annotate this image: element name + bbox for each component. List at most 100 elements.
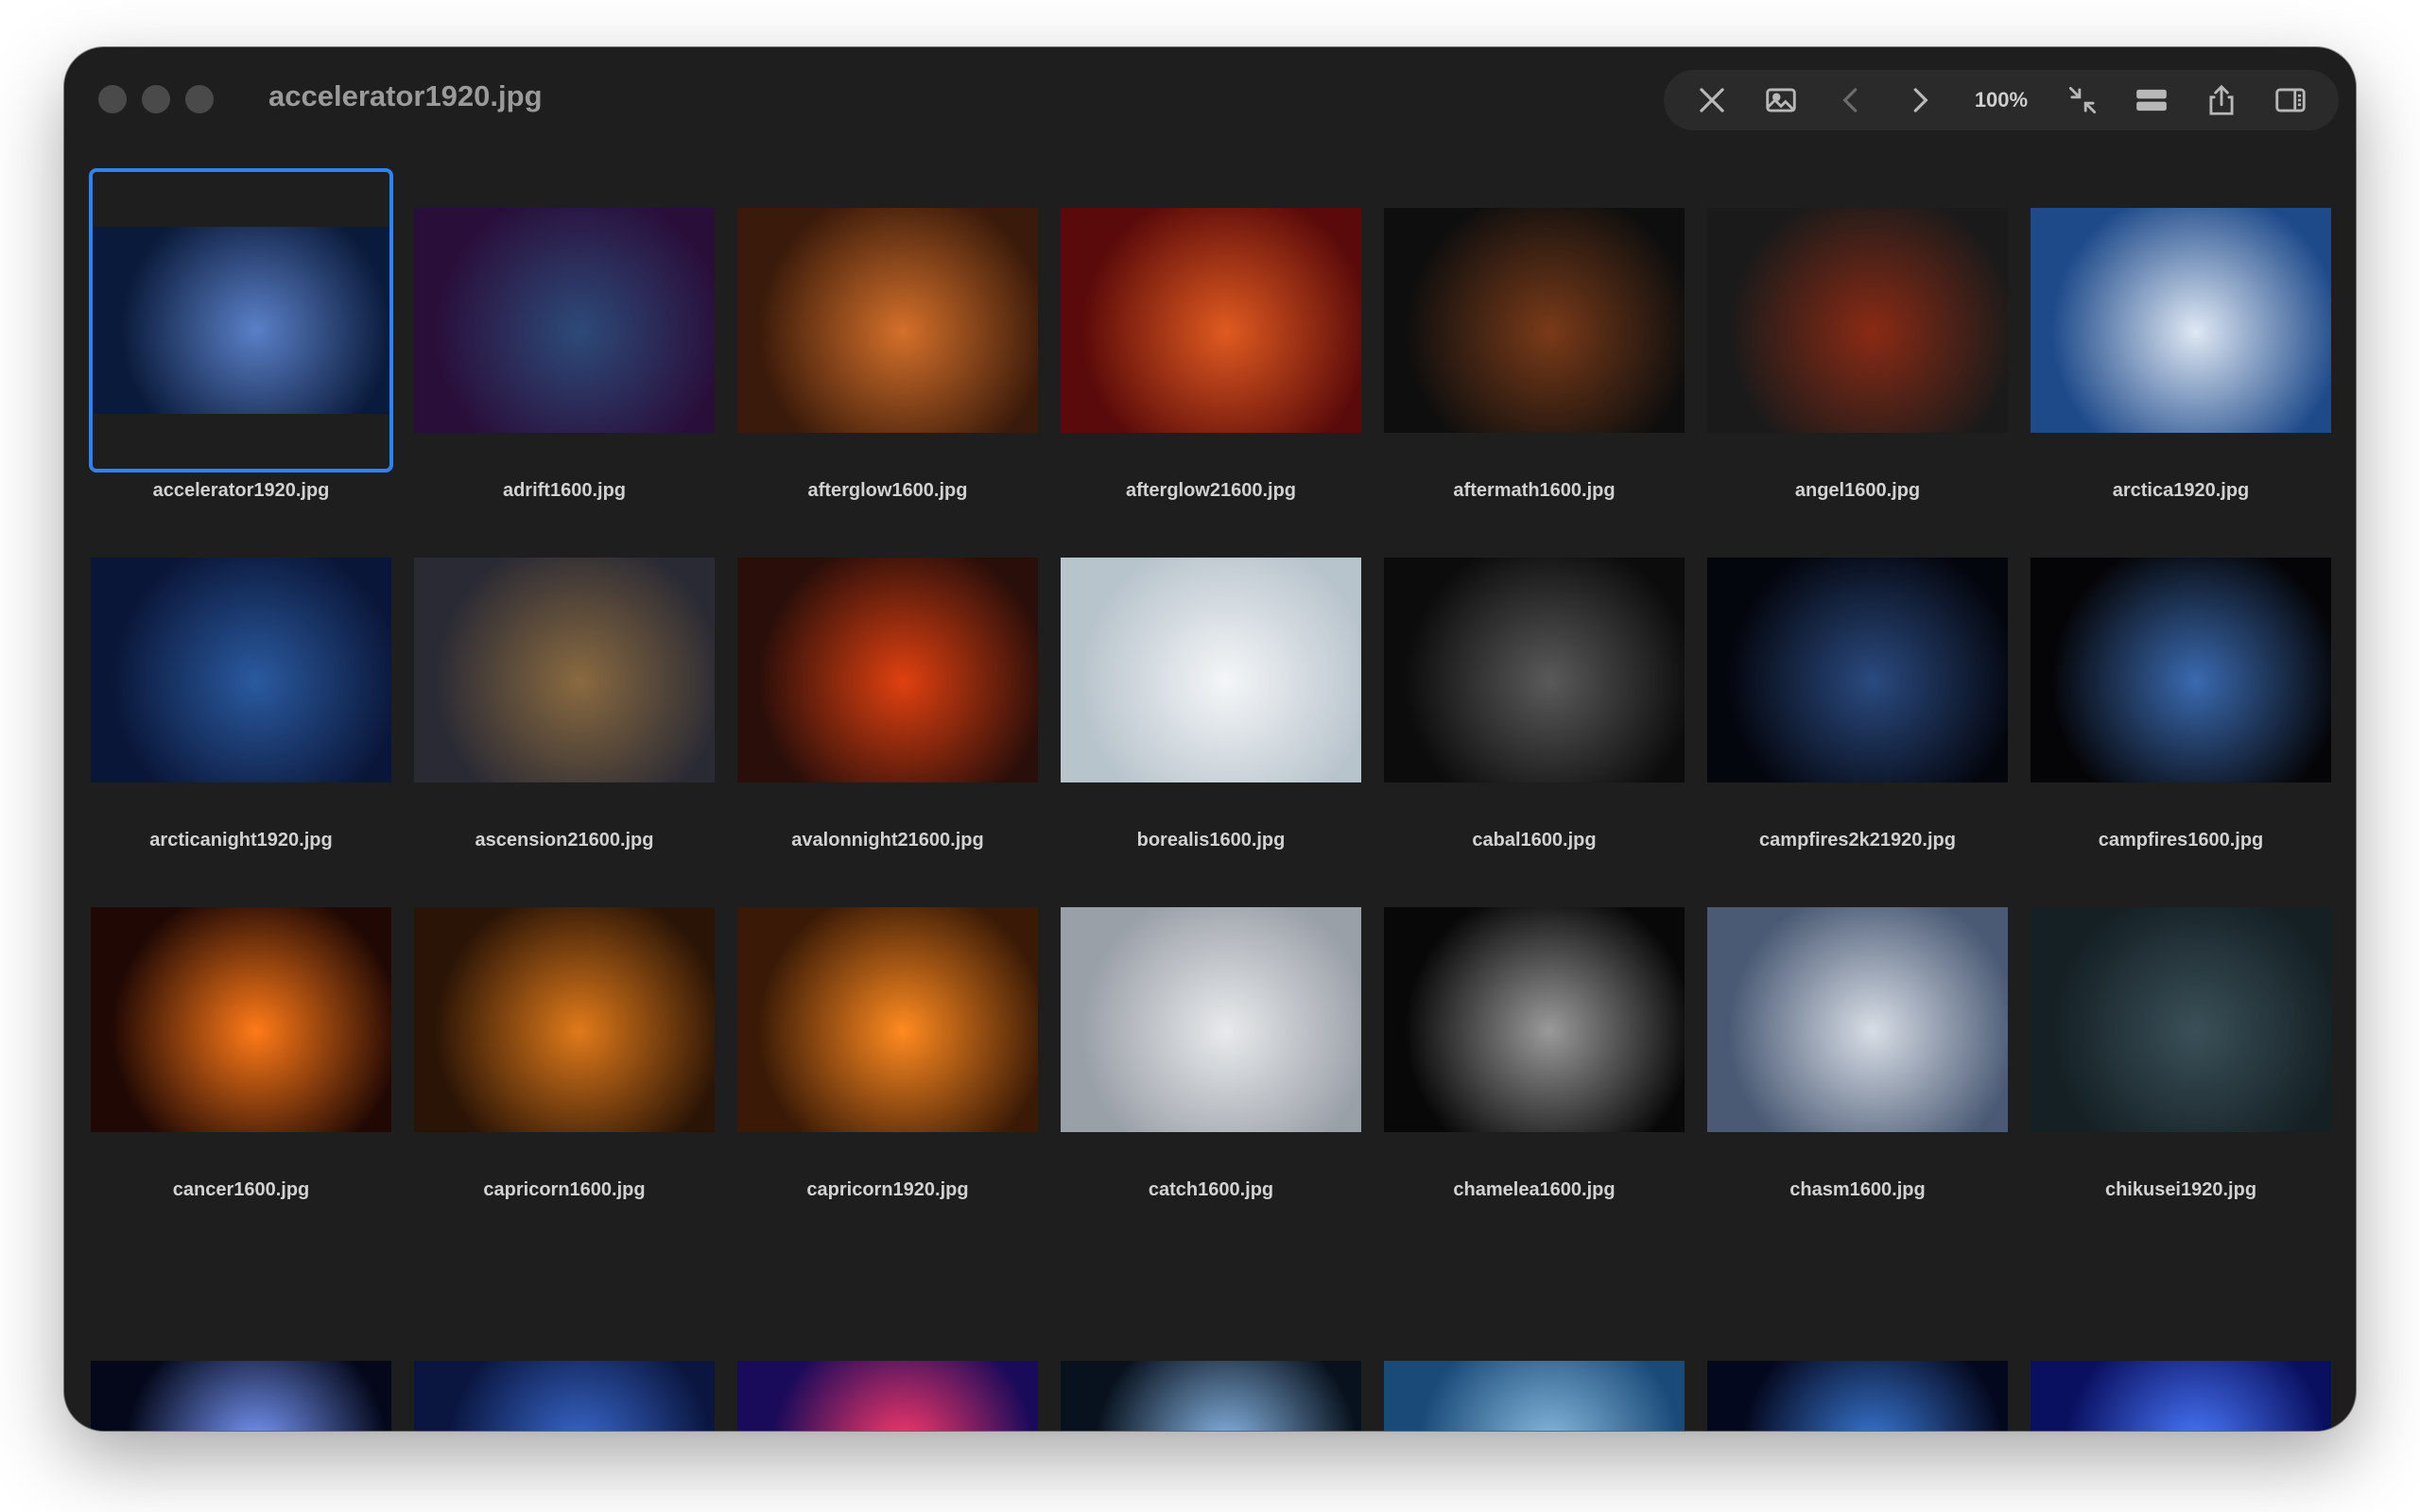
thumbnail-frame[interactable] (735, 168, 1040, 472)
sidebar-icon[interactable] (2266, 76, 2315, 125)
thumbnail-item[interactable]: arctica1920.jpg (2029, 168, 2333, 501)
thumbnail-image[interactable] (414, 907, 715, 1132)
thumbnail-image[interactable] (737, 907, 1038, 1132)
thumbnail-item[interactable]: chasm1600.jpg (1705, 868, 2010, 1200)
thumbnail-frame[interactable] (412, 518, 717, 822)
thumbnail-frame[interactable] (2029, 518, 2333, 822)
thumbnail-item[interactable]: aftermath1600.jpg (1382, 168, 1686, 501)
thumbnail-image[interactable] (414, 558, 715, 782)
thumbnail-frame[interactable] (1705, 868, 2010, 1172)
thumbnail-item[interactable]: chikusei1920.jpg (2029, 868, 2333, 1200)
thumbnail-item[interactable]: adrift1600.jpg (412, 168, 717, 501)
thumbnail-filename: borealis1600.jpg (1136, 830, 1286, 850)
thumbnail-image[interactable] (1384, 208, 1685, 433)
thumbnail-item[interactable]: chamelea1600.jpg (1382, 868, 1686, 1200)
minimize-window-button[interactable] (142, 85, 170, 113)
thumbnail-item[interactable]: cabal1600.jpg (1382, 518, 1686, 850)
thumbnail-item[interactable]: angel1600.jpg (1705, 168, 2010, 501)
thumbnail-frame[interactable] (1382, 168, 1686, 472)
thumbnail-filename: campfires1600.jpg (2098, 830, 2264, 850)
thumbnail-image[interactable] (2031, 208, 2331, 433)
thumbnail-frame[interactable] (1705, 518, 2010, 822)
thumbnail-item[interactable]: capricorn1920.jpg (735, 868, 1040, 1200)
thumbnail-item[interactable] (89, 1217, 393, 1431)
thumbnail-frame[interactable] (412, 168, 717, 472)
close-window-button[interactable] (98, 85, 127, 113)
chevron-left-icon[interactable] (1826, 76, 1876, 125)
thumbnail-item[interactable]: avalonnight21600.jpg (735, 518, 1040, 850)
thumbnail-item[interactable] (1705, 1217, 2010, 1431)
thumbnail-item[interactable]: cancer1600.jpg (89, 868, 393, 1200)
thumbnail-item[interactable]: campfires1600.jpg (2029, 518, 2333, 850)
thumbnail-frame[interactable] (2029, 868, 2333, 1172)
thumbnail-frame[interactable] (89, 518, 393, 822)
thumbnail-image[interactable] (1384, 1361, 1685, 1431)
thumbnail-image[interactable] (737, 208, 1038, 433)
thumbnail-frame[interactable] (735, 868, 1040, 1172)
thumbnail-image[interactable] (1707, 208, 2008, 433)
thumbnail-frame[interactable] (1059, 518, 1363, 822)
thumbnail-image[interactable] (91, 558, 391, 782)
thumbnail-frame[interactable] (1382, 518, 1686, 822)
thumbnail-image[interactable] (1384, 558, 1685, 782)
thumbnail-frame[interactable] (1059, 1217, 1363, 1431)
thumbnail-item[interactable] (2029, 1217, 2333, 1431)
thumbnail-frame[interactable] (735, 518, 1040, 822)
thumbnail-image[interactable] (1384, 907, 1685, 1132)
thumbnail-frame[interactable] (1059, 868, 1363, 1172)
collapse-icon[interactable] (2058, 76, 2107, 125)
thumbnail-image[interactable] (737, 1361, 1038, 1431)
thumbnail-item[interactable] (1382, 1217, 1686, 1431)
thumbnail-item[interactable]: campfires2k21920.jpg (1705, 518, 2010, 850)
thumbnail-image[interactable] (1707, 1361, 2008, 1431)
thumbnail-frame[interactable] (89, 168, 393, 472)
thumbnail-item[interactable] (735, 1217, 1040, 1431)
thumbnail-frame[interactable] (1382, 1217, 1686, 1431)
share-icon[interactable] (2197, 76, 2246, 125)
thumbnail-item[interactable]: capricorn1600.jpg (412, 868, 717, 1200)
thumbnail-item[interactable]: borealis1600.jpg (1059, 518, 1363, 850)
thumbnail-image[interactable] (93, 227, 389, 414)
close-icon[interactable] (1687, 76, 1737, 125)
thumbnail-frame[interactable] (1059, 168, 1363, 472)
chevron-right-icon[interactable] (1895, 76, 1945, 125)
thumbnail-item[interactable] (1059, 1217, 1363, 1431)
thumbnail-image[interactable] (737, 558, 1038, 782)
thumbnail-image[interactable] (1061, 907, 1361, 1132)
thumbnail-filename: avalonnight21600.jpg (791, 830, 984, 850)
thumbnail-image[interactable] (91, 907, 391, 1132)
thumbnail-image[interactable] (91, 1361, 391, 1431)
thumbnail-item[interactable] (412, 1217, 717, 1431)
thumbnail-frame[interactable] (2029, 168, 2333, 472)
image-icon[interactable] (1756, 76, 1806, 125)
thumbnail-image[interactable] (414, 1361, 715, 1431)
thumbnail-image[interactable] (1061, 208, 1361, 433)
thumbnail-item[interactable]: afterglow21600.jpg (1059, 168, 1363, 501)
thumbnail-frame[interactable] (412, 868, 717, 1172)
thumbnail-frame[interactable] (89, 1217, 393, 1431)
thumbnail-item[interactable]: ascension21600.jpg (412, 518, 717, 850)
thumbnail-frame[interactable] (1705, 1217, 2010, 1431)
thumbnail-frame[interactable] (412, 1217, 717, 1431)
thumbnail-frame[interactable] (89, 868, 393, 1172)
thumbnail-image[interactable] (2031, 558, 2331, 782)
thumbnail-image[interactable] (1707, 558, 2008, 782)
thumbnail-image[interactable] (1707, 907, 2008, 1132)
thumbnail-grid: accelerator1920.jpg adrift1600.jpg aftergl… (89, 168, 2339, 1431)
strip-icon[interactable] (2127, 76, 2176, 125)
thumbnail-frame[interactable] (1705, 168, 2010, 472)
thumbnail-image[interactable] (1061, 558, 1361, 782)
thumbnail-item[interactable]: arcticanight1920.jpg (89, 518, 393, 850)
thumbnail-image[interactable] (414, 208, 715, 433)
thumbnail-frame[interactable] (1382, 868, 1686, 1172)
thumbnail-item[interactable]: catch1600.jpg (1059, 868, 1363, 1200)
zoom-window-button[interactable] (185, 85, 214, 113)
thumbnail-image[interactable] (2031, 1361, 2331, 1431)
thumbnail-frame[interactable] (2029, 1217, 2333, 1431)
thumbnail-item[interactable]: afterglow1600.jpg (735, 168, 1040, 501)
thumbnail-frame[interactable] (735, 1217, 1040, 1431)
thumbnail-image[interactable] (2031, 907, 2331, 1132)
thumbnail-image[interactable] (1061, 1361, 1361, 1431)
thumbnail-item[interactable]: accelerator1920.jpg (89, 168, 393, 501)
zoom-level[interactable]: 100% (1965, 76, 2037, 125)
